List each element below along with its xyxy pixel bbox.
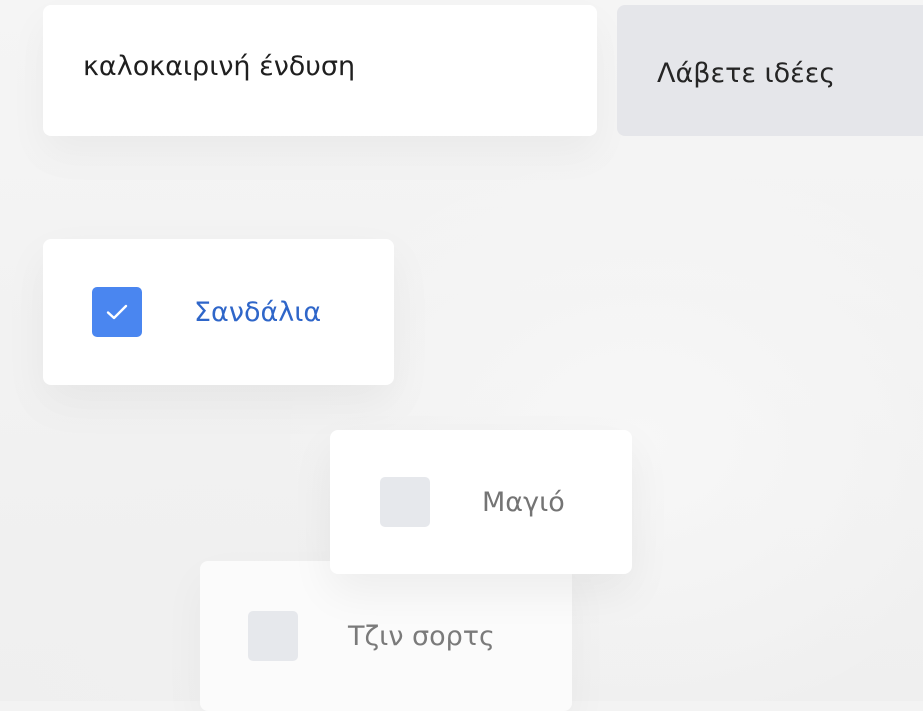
suggestion-checkbox-denim-shorts[interactable] (248, 611, 298, 661)
suggestion-item-swimsuit[interactable]: Μαγιό (330, 430, 632, 574)
suggestion-checkbox-swimsuit[interactable] (380, 477, 430, 527)
suggestion-item-denim-shorts[interactable]: Τζιν σορτς (200, 561, 572, 711)
suggestion-label-swimsuit: Μαγιό (482, 486, 565, 518)
search-input[interactable] (43, 5, 597, 136)
suggestion-label-denim-shorts: Τζιν σορτς (348, 620, 495, 652)
suggestion-item-sandals[interactable]: Σανδάλια (43, 239, 394, 385)
checkmark-icon (106, 304, 128, 320)
suggestion-label-sandals: Σανδάλια (194, 296, 322, 328)
suggestion-checkbox-sandals[interactable] (92, 287, 142, 337)
get-ideas-button[interactable]: Λάβετε ιδέες (617, 5, 923, 136)
